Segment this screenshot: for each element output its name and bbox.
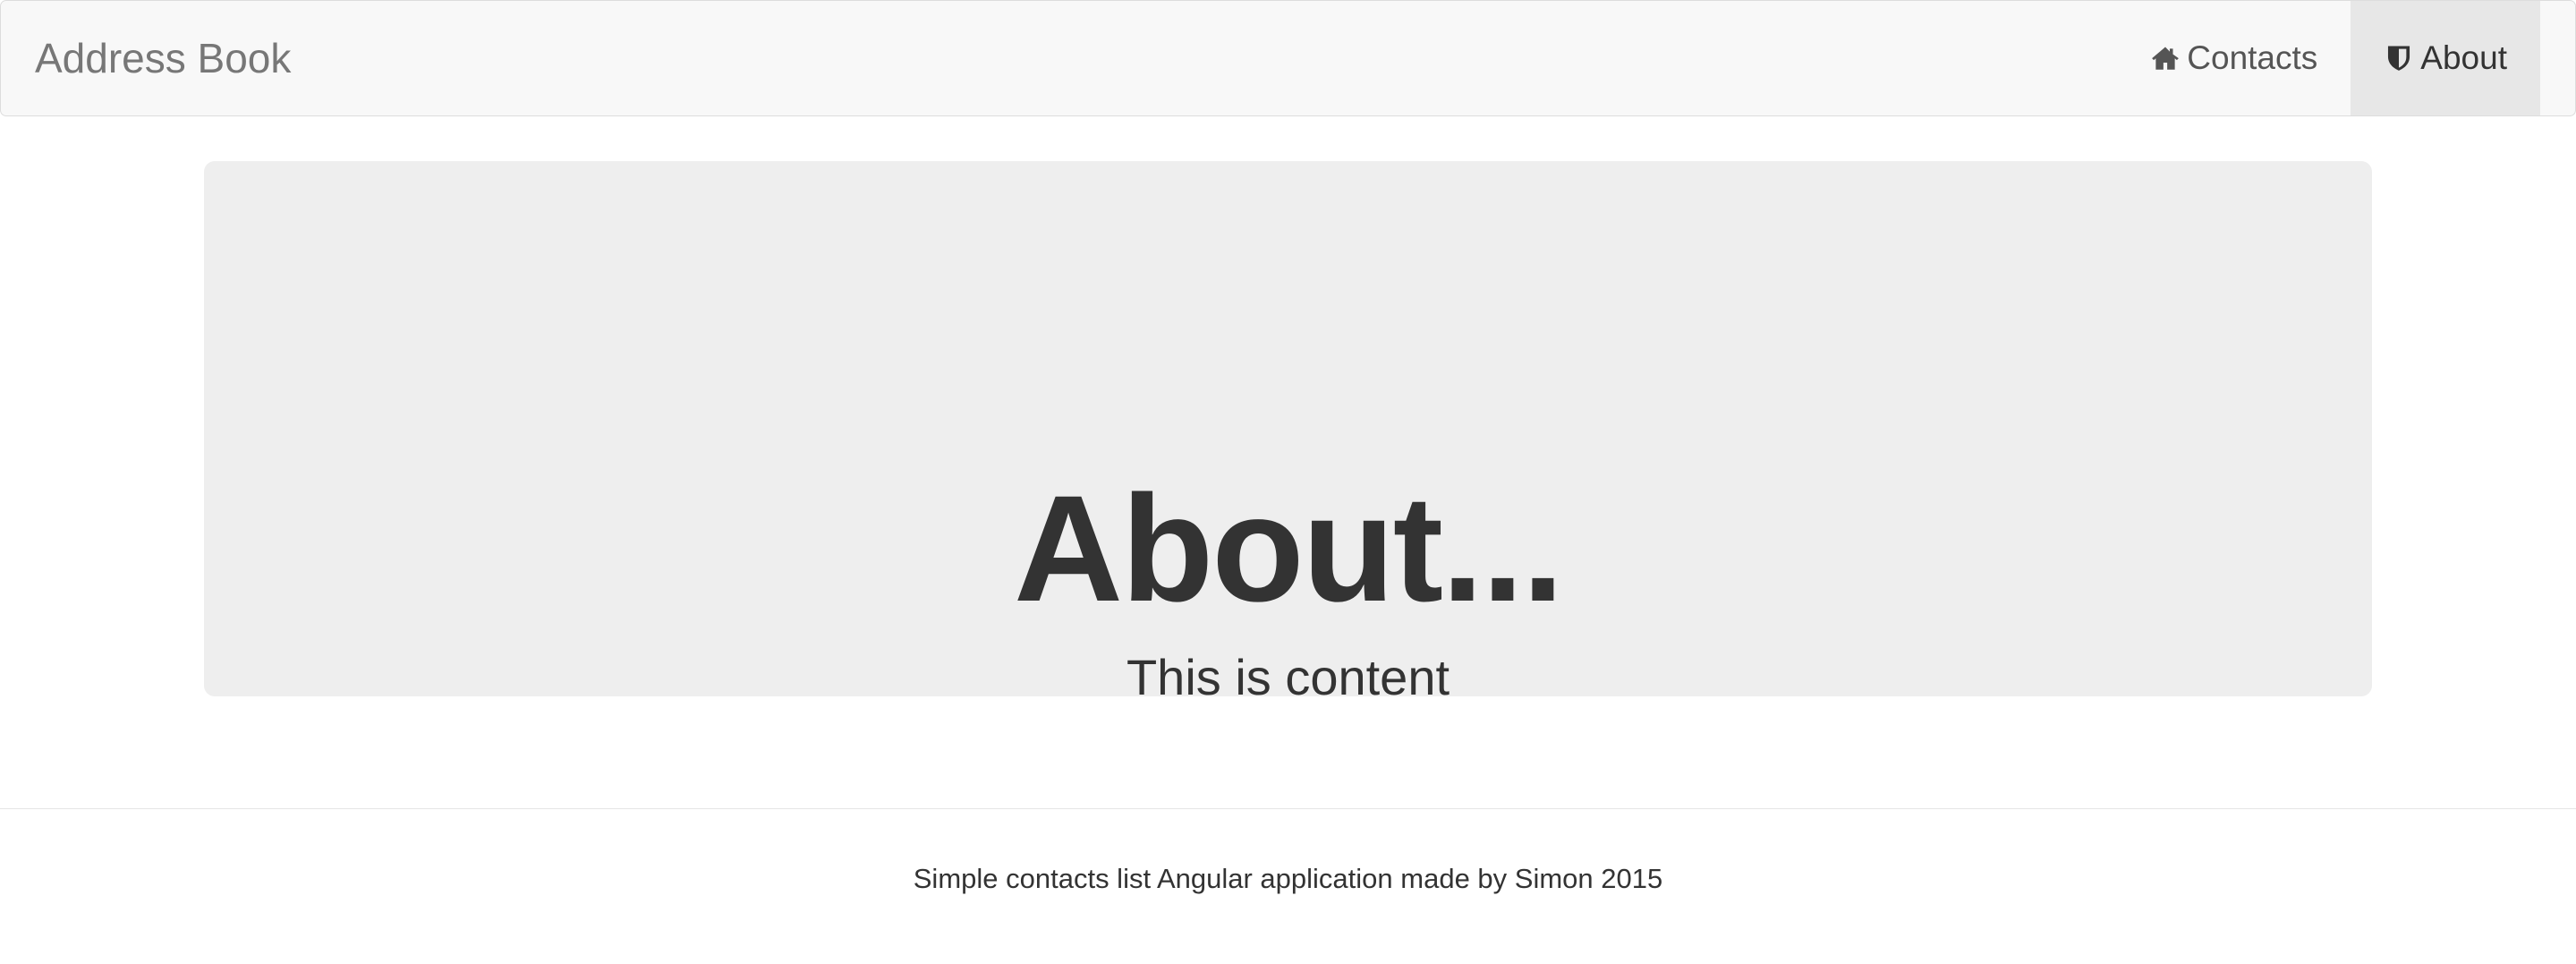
brand-link[interactable]: Address Book	[35, 1, 291, 115]
footer-text: Simple contacts list Angular application…	[913, 863, 1663, 894]
nav-contacts[interactable]: Contacts	[2117, 1, 2351, 115]
home-icon	[2152, 47, 2180, 70]
shield-icon	[2388, 46, 2410, 71]
nav-about[interactable]: About	[2351, 1, 2540, 115]
nav-contacts-label: Contacts	[2187, 39, 2318, 76]
top-navbar: Address Book Contacts About	[0, 0, 2576, 116]
main-navigation: Contacts About	[2117, 1, 2540, 115]
nav-about-label: About	[2420, 39, 2507, 76]
about-jumbotron: About... This is content	[204, 161, 2372, 703]
page-content: This is content	[1126, 649, 1450, 705]
page-title: About...	[1014, 464, 1564, 633]
footer-divider	[0, 808, 2576, 809]
